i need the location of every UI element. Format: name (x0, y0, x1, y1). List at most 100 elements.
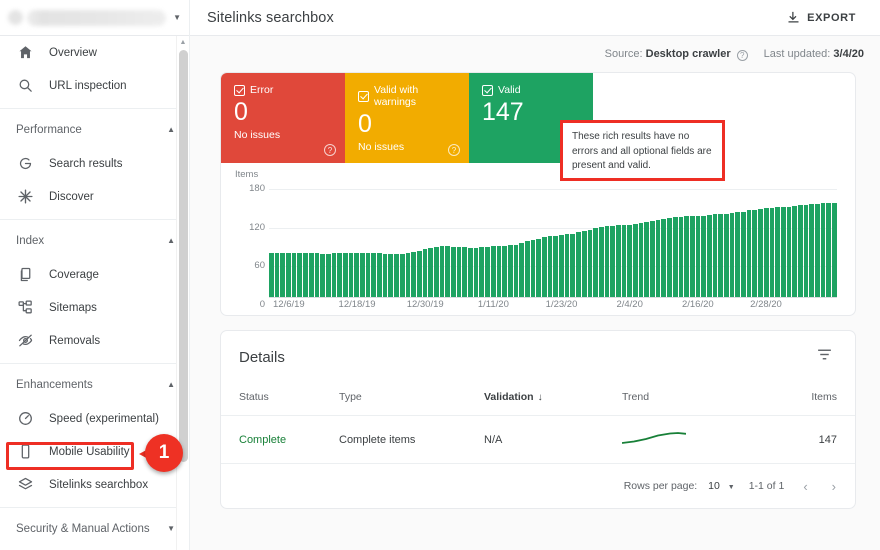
chart-bar (587, 229, 593, 298)
chart-bar (337, 252, 342, 298)
scrollbar-thumb[interactable] (179, 50, 188, 462)
sidebar-item-label: Sitemaps (49, 301, 97, 314)
chart-bar (661, 219, 667, 298)
source-info: Source: Desktop crawler ? (605, 48, 748, 61)
discover-star-icon (16, 187, 35, 206)
chart-bar (388, 253, 394, 298)
main-content: Source: Desktop crawler ? Last updated: … (190, 36, 880, 550)
status-card-head: Error (234, 84, 334, 96)
chart-bar (485, 247, 490, 298)
sidebar-item-coverage[interactable]: Coverage (0, 258, 189, 291)
column-header-validation[interactable]: Validation ↓ (484, 383, 622, 416)
chart-bar (786, 206, 792, 298)
chart-bar (729, 212, 735, 298)
chart-bar (627, 224, 632, 298)
chevron-down-icon: ▼ (167, 524, 175, 533)
sidebar-item-overview[interactable]: Overview (0, 36, 189, 69)
chart-bar (598, 227, 604, 298)
sparkline-icon (621, 432, 687, 444)
chart-bar (706, 214, 712, 298)
chart-bar (291, 252, 297, 298)
column-header-status[interactable]: Status (221, 383, 339, 416)
chart-bar (468, 248, 473, 298)
status-card-error[interactable]: Error 0 No issues? (221, 73, 345, 163)
chart-bar (439, 246, 445, 298)
chart-bar (638, 223, 644, 298)
annotation-callout: These rich results have no errors and al… (560, 120, 725, 181)
next-page-button[interactable]: › (827, 479, 841, 494)
checkbox-icon (234, 84, 245, 96)
chart-bar (308, 252, 314, 298)
export-button[interactable]: EXPORT (778, 5, 864, 30)
sidebar-item-speed-experimental[interactable]: Speed (experimental) (0, 402, 189, 435)
chart-bar (655, 220, 661, 298)
callout-badge-1: 1 (139, 434, 183, 478)
sitemap-icon (18, 300, 32, 314)
search-icon (16, 76, 35, 95)
top-bar: ▼ Sitelinks searchbox EXPORT (0, 0, 880, 36)
column-header-items[interactable]: Items (782, 383, 855, 416)
sidebar-item-discover[interactable]: Discover (0, 180, 189, 213)
sidebar-item-label: Speed (experimental) (49, 412, 159, 425)
chart-bar (576, 232, 581, 298)
layers-icon (16, 475, 35, 494)
sidebar-section-performance[interactable]: Performance ▲ (0, 113, 189, 147)
property-selector[interactable]: ▼ (0, 0, 190, 36)
table-row[interactable]: Complete Complete items N/A 147 (221, 415, 855, 464)
sidebar-item-label: Discover (49, 190, 94, 203)
discover-star-icon (18, 189, 33, 204)
column-header-type[interactable]: Type (339, 383, 484, 416)
sidebar-section-enhancements[interactable]: Enhancements ▲ (0, 368, 189, 402)
chevron-right-icon: › (831, 478, 836, 494)
sidebar-section-index[interactable]: Index ▲ (0, 224, 189, 258)
details-table: Status Type Validation ↓ Trend Items Comp… (221, 383, 855, 464)
chart-x-tick: 12/30/19 (406, 299, 444, 310)
scroll-up-icon[interactable]: ▲ (177, 36, 189, 49)
sidebar-item-url-inspection[interactable]: URL inspection (0, 69, 189, 102)
sidebar-item-label: Sitelinks searchbox (49, 478, 149, 491)
status-card-count: 0 (358, 110, 372, 138)
chart-bar (479, 247, 485, 298)
help-icon[interactable]: ? (736, 49, 748, 61)
chart-bar (405, 252, 411, 298)
chart-bar (803, 204, 809, 298)
chart-bar (650, 220, 655, 298)
details-header: Details (221, 331, 855, 383)
source-prefix: Source: (604, 47, 643, 60)
status-card-valid-with-warnings[interactable]: Valid with warnings 0 No issues? (345, 73, 469, 163)
filter-button[interactable] (812, 342, 837, 372)
export-label: EXPORT (807, 11, 856, 24)
sidebar-item-search-results[interactable]: Search results (0, 147, 189, 180)
sidebar-item-label: Search results (49, 157, 123, 170)
chart-bar (615, 225, 621, 298)
chart-x-tick-labels: 12/6/19 12/18/19 12/30/19 1/11/20 1/23/20 2/4… (269, 299, 837, 315)
sidebar-section-label: Enhancements (16, 379, 93, 391)
help-icon[interactable]: ? (324, 144, 336, 156)
chart-bar (348, 252, 354, 298)
sidebar-item-label: Mobile Usability (49, 445, 130, 458)
chevron-down-icon: ▼ (173, 13, 181, 22)
chart-bar (724, 213, 729, 298)
chart-bar (809, 203, 814, 298)
sidebar-section-security-manual-actions[interactable]: Security & Manual Actions ▼ (0, 512, 189, 546)
chart-bar (689, 215, 695, 298)
status-card-head: Valid with warnings (358, 84, 458, 108)
prev-page-button[interactable]: ‹ (798, 479, 812, 494)
details-title: Details (239, 348, 285, 366)
callout-number: 1 (158, 442, 170, 463)
status-card-sub: No issues (234, 128, 281, 141)
help-icon[interactable]: ? (448, 144, 460, 156)
column-header-trend[interactable]: Trend (622, 383, 782, 416)
rows-per-page-control[interactable]: Rows per page: 10 ▼ (624, 480, 735, 492)
chevron-up-icon: ▲ (167, 380, 175, 389)
cell-validation: N/A (484, 415, 622, 464)
chart-bar (826, 203, 832, 298)
chevron-down-icon: ▼ (727, 484, 735, 491)
sidebar-item-removals[interactable]: Removals (0, 324, 189, 357)
sidebar-item-sitemaps[interactable]: Sitemaps (0, 291, 189, 324)
cell-status[interactable]: Complete (221, 415, 339, 464)
google-g-icon (16, 154, 35, 173)
sort-desc-icon: ↓ (537, 392, 543, 403)
filter-icon (818, 349, 831, 360)
sidebar-divider (0, 108, 189, 109)
